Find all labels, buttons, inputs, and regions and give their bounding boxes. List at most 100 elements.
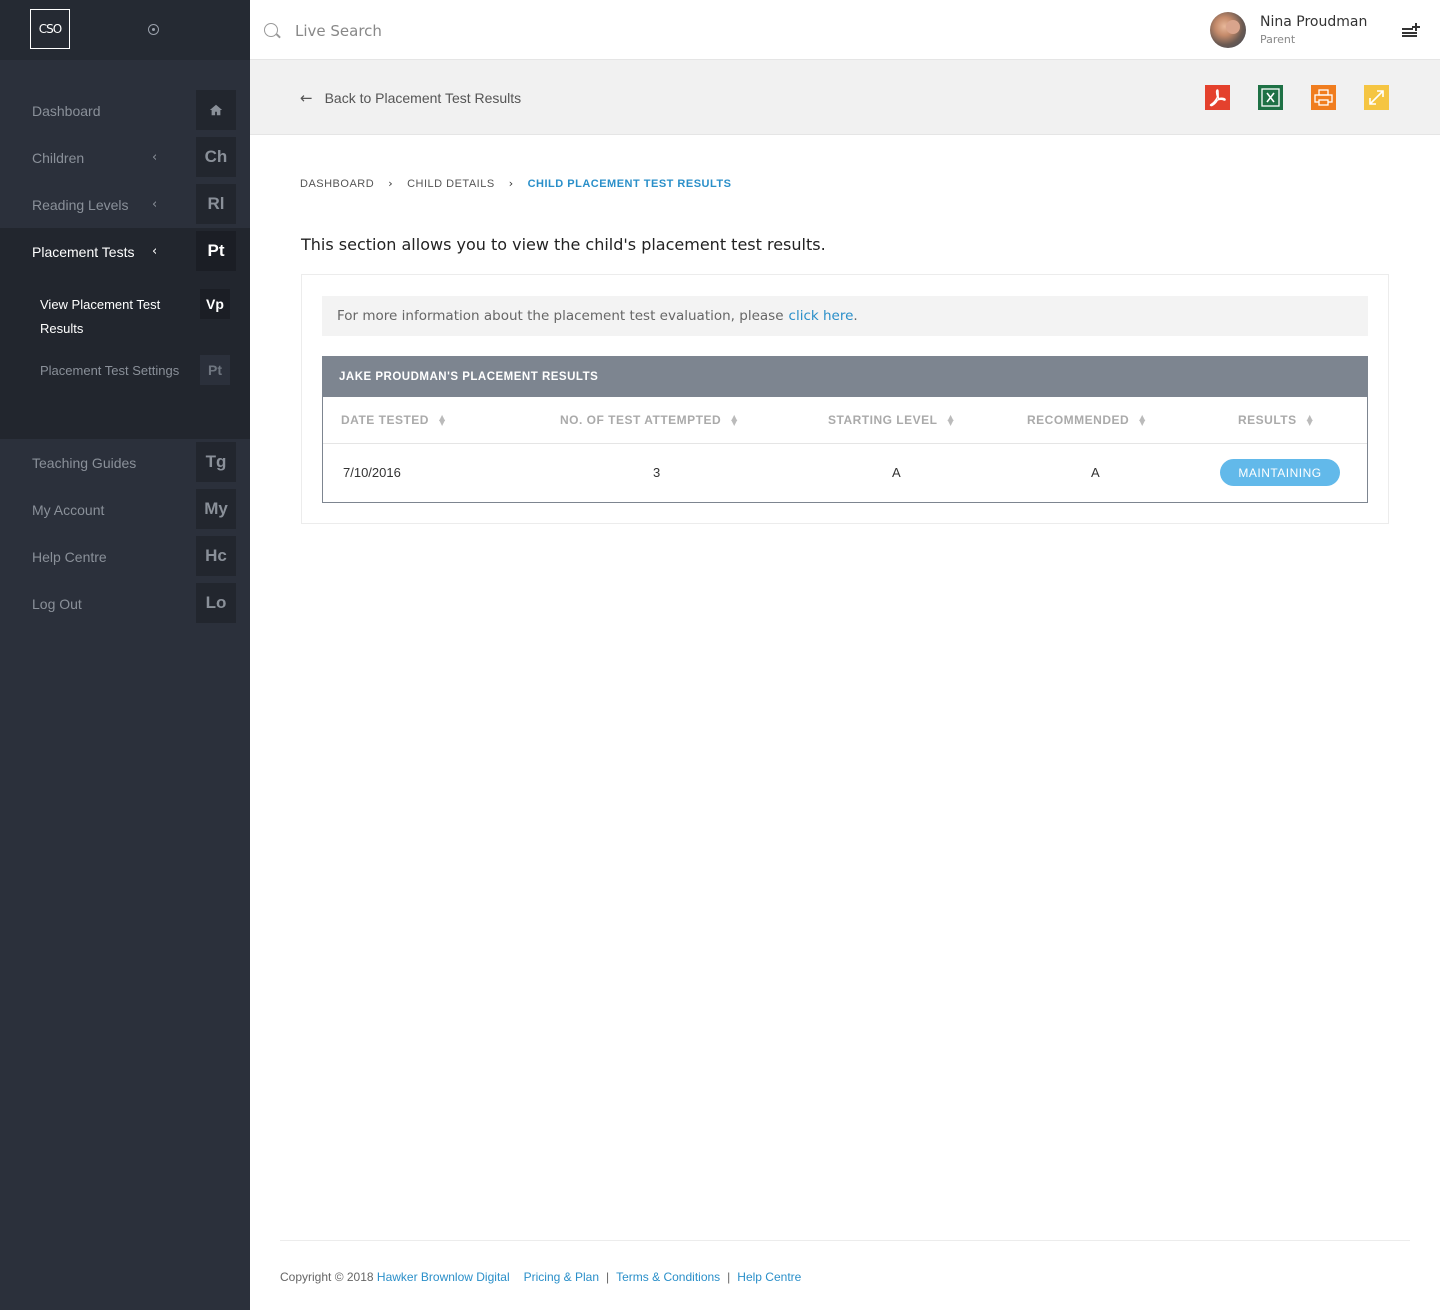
sidebar-toggle-icon[interactable] bbox=[148, 24, 159, 35]
user-name[interactable]: Nina Proudman bbox=[1260, 14, 1367, 30]
footer-company-link[interactable]: Hawker Brownlow Digital bbox=[377, 1270, 510, 1284]
subnav-item-badge: Vp bbox=[200, 289, 230, 319]
chevron-left-icon: ‹ bbox=[152, 244, 158, 259]
column-header-attempts[interactable]: NO. OF TEST ATTEMPTED ▲ ▼ bbox=[560, 413, 738, 427]
cell-date-tested: 7/10/2016 bbox=[343, 465, 401, 480]
sidebar-item-badge: Rl bbox=[196, 184, 236, 224]
footer-row: Copyright © 2018 Hawker Brownlow Digital… bbox=[280, 1270, 801, 1284]
column-header-results[interactable]: RESULTS ▲ ▼ bbox=[1238, 413, 1313, 427]
column-header-starting-level[interactable]: STARTING LEVEL ▲ ▼ bbox=[828, 413, 954, 427]
back-link[interactable]: ← Back to Placement Test Results bbox=[300, 89, 521, 107]
footer-separator: | bbox=[727, 1270, 731, 1284]
sort-icon: ▲ ▼ bbox=[1306, 413, 1314, 427]
chevron-right-icon: › bbox=[508, 177, 514, 190]
sidebar-item-label: Log Out bbox=[32, 595, 82, 612]
column-header-date-tested[interactable]: DATE TESTED ▲ ▼ bbox=[341, 413, 446, 427]
logo[interactable]: CSO bbox=[30, 9, 70, 49]
sidebar-item-label: My Account bbox=[32, 501, 105, 518]
column-header-label: NO. OF TEST ATTEMPTED bbox=[560, 413, 722, 427]
arrow-left-icon: ← bbox=[300, 89, 313, 107]
page-intro: This section allows you to view the chil… bbox=[301, 235, 826, 254]
subnav-item-view-results[interactable]: View Placement Test Results Vp bbox=[0, 289, 250, 355]
sidebar-item-label: Placement Tests bbox=[32, 243, 135, 260]
column-header-label: STARTING LEVEL bbox=[828, 413, 938, 427]
search-input[interactable] bbox=[295, 18, 595, 44]
footer-copyright: Copyright © 2018 bbox=[280, 1270, 374, 1284]
column-header-label: DATE TESTED bbox=[341, 413, 429, 427]
chevron-right-icon: › bbox=[388, 177, 394, 190]
sidebar-item-children[interactable]: Children ‹ Ch bbox=[0, 134, 250, 181]
pdf-icon bbox=[1205, 85, 1230, 110]
sidebar-item-label: Help Centre bbox=[32, 548, 107, 565]
excel-icon bbox=[1258, 85, 1283, 110]
print-button[interactable] bbox=[1311, 85, 1336, 110]
cell-starting-level: A bbox=[892, 465, 901, 480]
subnav-item-label: Placement Test Settings bbox=[40, 363, 180, 378]
chevron-left-icon: ‹ bbox=[152, 197, 158, 212]
sidebar-item-label: Reading Levels bbox=[32, 196, 129, 213]
user-role: Parent bbox=[1260, 33, 1296, 46]
info-link[interactable]: click here bbox=[789, 308, 854, 324]
sidebar-item-label: Dashboard bbox=[32, 102, 101, 119]
cell-attempts: 3 bbox=[653, 465, 661, 480]
sidebar-item-badge: Ch bbox=[196, 137, 236, 177]
subnav-item-badge: Pt bbox=[200, 355, 230, 385]
expand-icon bbox=[1364, 85, 1389, 110]
sidebar-item-my-account[interactable]: My Account My bbox=[0, 486, 250, 533]
breadcrumb-child-details[interactable]: CHILD DETAILS bbox=[407, 178, 495, 190]
info-suffix: . bbox=[853, 308, 858, 324]
avatar[interactable] bbox=[1210, 12, 1246, 48]
breadcrumb-current: CHILD PLACEMENT TEST RESULTS bbox=[527, 177, 732, 190]
sidebar-item-help-centre[interactable]: Help Centre Hc bbox=[0, 533, 250, 580]
sidebar-item-reading-levels[interactable]: Reading Levels ‹ Rl bbox=[0, 181, 250, 228]
sidebar-item-badge: Hc bbox=[196, 536, 236, 576]
sort-icon: ▲ ▼ bbox=[438, 413, 446, 427]
search-icon bbox=[264, 23, 278, 37]
info-text: For more information about the placement… bbox=[337, 308, 784, 324]
sidebar-item-badge: Pt bbox=[196, 231, 236, 271]
results-table: JAKE PROUDMAN'S PLACEMENT RESULTS DATE T… bbox=[322, 356, 1368, 503]
expand-button[interactable] bbox=[1364, 85, 1389, 110]
subnav-item-settings[interactable]: Placement Test Settings Pt bbox=[0, 355, 250, 421]
breadcrumb-dashboard[interactable]: DASHBOARD bbox=[300, 178, 374, 190]
footer-separator: | bbox=[606, 1270, 610, 1284]
sidebar-item-teaching-guides[interactable]: Teaching Guides Tg bbox=[0, 439, 250, 486]
results-title: JAKE PROUDMAN'S PLACEMENT RESULTS bbox=[323, 357, 1367, 397]
main-content: DASHBOARD › CHILD DETAILS › CHILD PLACEM… bbox=[250, 135, 1440, 1310]
sort-icon: ▲ ▼ bbox=[1139, 413, 1146, 427]
sidebar-item-dashboard[interactable]: Dashboard bbox=[0, 87, 250, 134]
info-box: For more information about the placement… bbox=[322, 296, 1368, 336]
home-icon bbox=[196, 90, 236, 130]
sidebar-item-label: Teaching Guides bbox=[32, 454, 137, 471]
sort-icon: ▲ ▼ bbox=[947, 413, 955, 427]
column-header-recommended[interactable]: RECOMMENDED ▲ ▼ bbox=[1027, 413, 1146, 427]
subheader: ← Back to Placement Test Results bbox=[250, 59, 1440, 135]
sidebar: CSO Dashboard Children ‹ Ch Reading Leve… bbox=[0, 0, 250, 1310]
back-link-label: Back to Placement Test Results bbox=[324, 90, 522, 106]
chevron-left-icon: ‹ bbox=[152, 150, 158, 165]
export-excel-button[interactable] bbox=[1258, 85, 1283, 110]
column-header-label: RESULTS bbox=[1238, 413, 1297, 427]
status-badge: MAINTAINING bbox=[1220, 459, 1340, 486]
footer-link-pricing[interactable]: Pricing & Plan bbox=[524, 1270, 599, 1284]
sidebar-item-badge: My bbox=[196, 489, 236, 529]
footer-link-terms[interactable]: Terms & Conditions bbox=[616, 1270, 720, 1284]
sidebar-item-log-out[interactable]: Log Out Lo bbox=[0, 580, 250, 627]
breadcrumb: DASHBOARD › CHILD DETAILS › CHILD PLACEM… bbox=[300, 177, 731, 190]
column-header-label: RECOMMENDED bbox=[1027, 413, 1130, 427]
table-row: 7/10/2016 3 A A MAINTAINING bbox=[323, 444, 1367, 502]
placement-tests-subnav: View Placement Test Results Vp Placement… bbox=[0, 275, 250, 439]
results-panel: For more information about the placement… bbox=[301, 274, 1389, 524]
cell-recommended: A bbox=[1091, 465, 1100, 480]
sidebar-item-placement-tests[interactable]: Placement Tests ‹ Pt bbox=[0, 228, 250, 275]
sidebar-top: CSO bbox=[0, 0, 250, 60]
footer-link-help[interactable]: Help Centre bbox=[737, 1270, 801, 1284]
top-header: Nina Proudman Parent bbox=[250, 0, 1440, 60]
footer: Copyright © 2018 Hawker Brownlow Digital… bbox=[280, 1240, 1410, 1310]
sidebar-item-badge: Lo bbox=[196, 583, 236, 623]
sidebar-nav: Dashboard Children ‹ Ch Reading Levels ‹… bbox=[0, 87, 250, 627]
sidebar-item-badge: Tg bbox=[196, 442, 236, 482]
sidebar-item-label: Children bbox=[32, 149, 85, 166]
export-pdf-button[interactable] bbox=[1205, 85, 1230, 110]
list-add-icon[interactable] bbox=[1402, 23, 1420, 37]
